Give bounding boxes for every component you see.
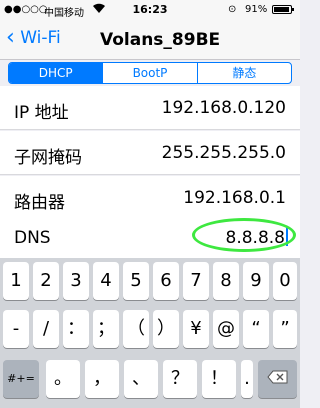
numeric-keyboard: 1 2 3 4 5 6 7 8 9 0 - / ： ； （ ） ¥ @ “ ” … <box>0 258 300 408</box>
dns-label: DNS <box>14 228 51 248</box>
back-button-label: Wi-Fi <box>20 28 61 48</box>
backspace-icon <box>266 370 289 385</box>
chevron-left-icon: ‹ <box>6 25 15 50</box>
key-left-paren[interactable]: （ <box>123 310 149 348</box>
key-1[interactable]: 1 <box>3 262 29 300</box>
key-4[interactable]: 4 <box>93 262 119 300</box>
dns-highlight-circle <box>192 218 296 252</box>
segment-bootp[interactable]: BootP <box>102 63 196 83</box>
navigation-bar: ‹ Wi-Fi Volans_89BE <box>0 20 300 60</box>
key-6[interactable]: 6 <box>153 262 179 300</box>
key-dot[interactable]: . <box>241 360 253 398</box>
key-exclamation[interactable]: ！ <box>202 360 236 398</box>
key-7[interactable]: 7 <box>183 262 209 300</box>
battery-icon <box>272 5 294 14</box>
ip-address-row: IP 地址 192.168.0.120 <box>0 86 300 130</box>
segment-static[interactable]: 静态 <box>196 63 291 83</box>
subnet-mask-label: 子网掩码 <box>14 148 82 168</box>
key-semicolon[interactable]: ； <box>93 310 119 348</box>
page-title: Volans_89BE <box>100 30 221 50</box>
back-button[interactable]: ‹ Wi-Fi <box>6 25 61 50</box>
key-question[interactable]: ？ <box>163 360 197 398</box>
key-5[interactable]: 5 <box>123 262 149 300</box>
delete-key[interactable] <box>258 360 297 398</box>
key-yen[interactable]: ¥ <box>183 310 209 348</box>
segment-dhcp[interactable]: DHCP <box>9 63 103 83</box>
router-value: 192.168.0.1 <box>183 188 286 208</box>
symbols-toggle-key[interactable]: #+= <box>3 360 39 398</box>
key-9[interactable]: 9 <box>243 262 269 300</box>
key-hyphen[interactable]: - <box>3 310 29 348</box>
battery-percentage: 91% <box>245 4 268 15</box>
key-comma-cn[interactable]: ， <box>85 360 119 398</box>
router-label: 路由器 <box>14 193 65 213</box>
key-at[interactable]: @ <box>213 310 239 348</box>
router-row: 路由器 192.168.0.1 <box>0 176 300 220</box>
ip-address-value: 192.168.0.120 <box>161 98 286 118</box>
key-0[interactable]: 0 <box>273 262 297 300</box>
key-enum-comma[interactable]: 、 <box>124 360 158 398</box>
key-right-quote[interactable]: ” <box>273 310 297 348</box>
orientation-lock-icon: ⊙ <box>228 4 237 15</box>
key-slash[interactable]: / <box>33 310 59 348</box>
subnet-mask-value: 255.255.255.0 <box>161 143 286 163</box>
key-8[interactable]: 8 <box>213 262 239 300</box>
ip-address-label: IP 地址 <box>14 103 69 123</box>
key-period-cn[interactable]: 。 <box>46 360 80 398</box>
subnet-mask-row: 子网掩码 255.255.255.0 <box>0 131 300 175</box>
key-3[interactable]: 3 <box>63 262 89 300</box>
key-left-quote[interactable]: “ <box>243 310 269 348</box>
ip-mode-segmented-control: DHCP BootP 静态 <box>8 62 292 84</box>
key-colon[interactable]: ： <box>63 310 89 348</box>
key-2[interactable]: 2 <box>33 262 59 300</box>
status-bar: ●●○○○ 中国移动 16:23 ⊙ 91% <box>0 0 300 20</box>
key-right-paren[interactable]: ） <box>153 310 179 348</box>
